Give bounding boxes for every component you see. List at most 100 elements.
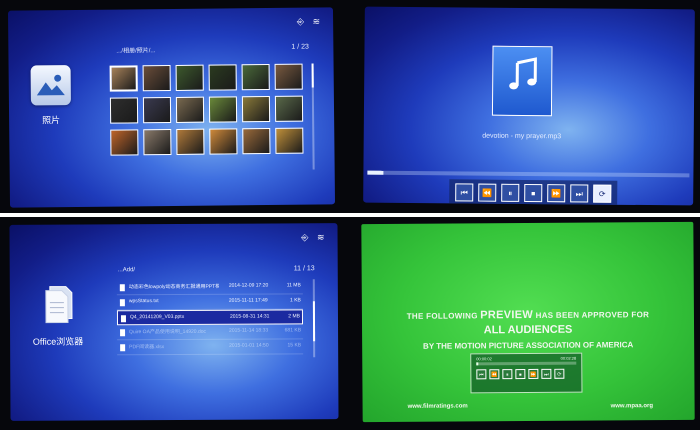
file-list: 动态彩色lowpoly动态商务汇报通用PPT模板.pptx 2014-12-09 … — [116, 279, 304, 356]
scrollbar[interactable] — [312, 279, 316, 358]
thumbnail-grid — [109, 63, 304, 156]
video-fast-forward-button[interactable]: ⏩ — [528, 368, 539, 379]
breadcrumb: ...Add/ — [117, 267, 136, 274]
video-next-track-button[interactable]: ⏭ — [541, 368, 552, 379]
photo-thumbnail[interactable] — [109, 65, 138, 92]
file-row[interactable]: 动态彩色lowpoly动态商务汇报通用PPT模板.pptx 2014-12-09 … — [116, 279, 303, 296]
scrollbar-thumb[interactable] — [311, 63, 314, 88]
scrollbar[interactable] — [311, 63, 315, 170]
track-title: devotion - my prayer.mp3 — [482, 132, 562, 141]
file-size: 15 KB — [287, 342, 302, 349]
file-name: wpsStatus.txt — [128, 298, 159, 305]
total-time: 00:02:28 — [560, 355, 577, 361]
file-size: 681 KB — [284, 327, 302, 334]
rewind-button[interactable]: ⏪ — [478, 183, 497, 202]
photo-thumbnail[interactable] — [142, 65, 171, 92]
video-screen: THE FOLLOWING PREVIEW HAS BEEN APPROVED … — [361, 221, 695, 423]
playback-progress[interactable] — [367, 170, 690, 178]
music-player-screen: devotion - my prayer.mp3 ⏮ ⏪ ⏸ ⏹ ⏩ ⏭ ⟳ — [363, 6, 695, 206]
video-buttons: ⏮ ⏪ ⏸ ⏹ ⏩ ⏭ ⟳ — [471, 354, 581, 380]
document-icon — [45, 286, 73, 324]
rating-preview-word: PREVIEW — [480, 308, 534, 322]
file-name: PDF阅读器.xlsx — [129, 344, 165, 351]
office-app-label: Office浏览器 — [32, 336, 84, 347]
fast-forward-button[interactable]: ⏩ — [547, 184, 566, 203]
progress-fill — [476, 362, 479, 366]
video-repeat-button[interactable]: ⟳ — [554, 368, 565, 379]
video-stop-button[interactable]: ⏹ — [515, 369, 526, 380]
stop-button[interactable]: ⏹ — [524, 183, 543, 203]
prev-track-button[interactable]: ⏮ — [455, 183, 474, 202]
file-name: Q4_20141209_V03.pptx — [129, 313, 185, 321]
photo-thumbnail[interactable] — [175, 96, 205, 123]
music-player-panel: devotion - my prayer.mp3 ⏮ ⏪ ⏸ ⏹ ⏩ ⏭ ⟳ — [350, 0, 700, 213]
photo-thumbnail[interactable] — [175, 64, 204, 91]
page-counter: 11 / 13 — [293, 265, 315, 273]
playback-controls: ⏮ ⏪ ⏸ ⏹ ⏩ ⏭ ⟳ — [449, 179, 618, 206]
file-icon — [120, 315, 127, 323]
photo-gallery-screen: ⎆ ≋ 照片 .../相册/照片/... 1 / 23 — [7, 7, 336, 208]
usb-icon: ⎆ — [296, 16, 308, 27]
photo-thumbnail[interactable] — [109, 97, 139, 124]
file-icon — [119, 284, 125, 292]
repeat-button[interactable]: ⟳ — [593, 184, 612, 203]
video-control-overlay: 00:00:02 00:02:28 ⏮ ⏪ ⏸ ⏹ ⏩ ⏭ ⟳ — [470, 352, 583, 394]
filmratings-url: www.filmratings.com — [407, 403, 468, 410]
progress-fill — [367, 170, 384, 175]
photo-gallery-panel: ⎆ ≋ 照片 .../相册/照片/... 1 / 23 — [0, 0, 350, 213]
photo-thumbnail[interactable] — [241, 63, 270, 91]
video-player-panel: THE FOLLOWING PREVIEW HAS BEEN APPROVED … — [350, 217, 700, 430]
video-prev-track-button[interactable]: ⏮ — [476, 369, 487, 380]
file-row[interactable]: wpsStatus.txt 2015-11-11 17:49 1 KB — [116, 294, 303, 311]
photo-thumbnail[interactable] — [274, 63, 303, 90]
photo-thumbnail[interactable] — [142, 97, 172, 124]
photo-thumbnail[interactable] — [209, 128, 238, 155]
mountain-icon — [36, 74, 65, 96]
photo-thumbnail[interactable] — [274, 95, 304, 122]
video-progress[interactable] — [476, 361, 577, 366]
video-rewind-button[interactable]: ⏪ — [489, 369, 500, 380]
page-counter: 1 / 23 — [291, 43, 309, 51]
file-name: 动态彩色lowpoly动态商务汇报通用PPT模板.pptx — [128, 283, 219, 291]
status-bar: ⎆ ≋ — [297, 16, 323, 27]
next-track-button[interactable]: ⏭ — [570, 184, 589, 203]
rating-line-3: BY THE MOTION PICTURE ASSOCIATION OF AME… — [423, 340, 634, 351]
photo-thumbnail[interactable] — [241, 95, 271, 123]
rating-text-a: THE FOLLOWING — [406, 311, 481, 321]
photo-thumbnail[interactable] — [176, 128, 205, 155]
scrollbar-thumb[interactable] — [312, 301, 316, 342]
file-date: 2015-11-11 17:49 — [228, 297, 268, 304]
photo-thumbnail[interactable] — [242, 127, 271, 155]
photo-thumbnail[interactable] — [208, 96, 238, 123]
wifi-icon: ≋ — [316, 232, 328, 243]
file-icon — [120, 344, 126, 352]
album-art — [491, 45, 553, 117]
file-icon — [119, 299, 125, 307]
photo-thumbnail[interactable] — [110, 129, 139, 156]
file-date: 2015-11-14 18:33 — [229, 327, 269, 334]
breadcrumb: .../相册/照片/... — [116, 48, 156, 55]
rating-line-2: ALL AUDIENCES — [483, 323, 573, 337]
photo-thumbnail[interactable] — [208, 64, 237, 91]
photo-thumbnail[interactable] — [275, 127, 304, 154]
elapsed-time: 00:00:02 — [476, 356, 492, 362]
file-date: 2015-01-01 14:50 — [229, 342, 269, 349]
rating-line-1: THE FOLLOWING PREVIEW HAS BEEN APPROVED … — [362, 308, 694, 322]
file-row[interactable]: Q4_20141209_V03.pptx 2015-08-31 14:31 2 MB — [116, 309, 304, 326]
photo-app-label: 照片 — [42, 115, 61, 126]
photo-thumbnail[interactable] — [143, 129, 172, 156]
music-note-icon — [509, 57, 537, 90]
video-pause-button[interactable]: ⏸ — [502, 369, 513, 380]
office-browser-panel: ⎆ ≋ Office浏览器 ...Add/ 11 / 13 动态彩色lowpol… — [0, 217, 350, 430]
mpaa-url: www.mpaa.org — [610, 403, 654, 410]
file-row[interactable]: PDF阅读器.xlsx 2015-01-01 14:50 15 KB — [117, 339, 304, 356]
file-size: 2 MB — [288, 313, 300, 320]
file-date: 2014-12-09 17:20 — [228, 282, 269, 289]
usb-icon: ⎆ — [301, 232, 312, 243]
file-size: 11 MB — [286, 282, 301, 289]
photo-app-icon — [30, 65, 71, 106]
file-icon — [120, 329, 126, 337]
file-row[interactable]: Quire OA产品使用说明_14920.doc 2015-11-14 18:33… — [117, 324, 304, 341]
pause-button[interactable]: ⏸ — [501, 183, 520, 202]
wifi-icon: ≋ — [312, 16, 324, 27]
